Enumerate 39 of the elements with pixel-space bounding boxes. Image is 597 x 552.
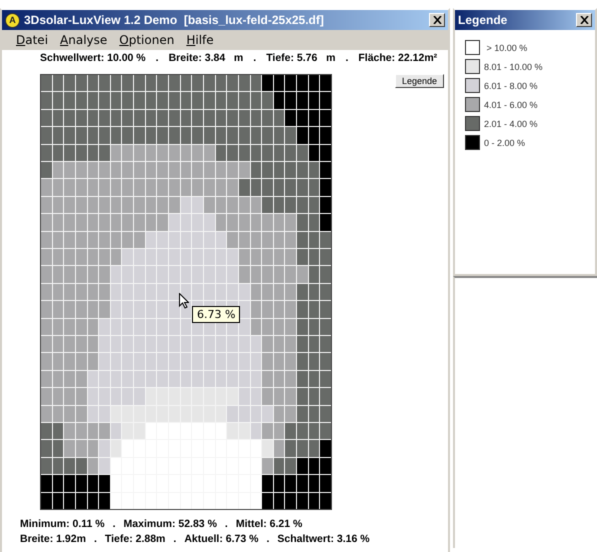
info-text: Schwellwert: 10.00 % — [40, 52, 146, 66]
window-title: 3Dsolar-LuxView 1.2 Demo [basis_lux-feld-25x25.df] — [24, 13, 325, 27]
menu-item[interactable]: Analyse — [54, 33, 114, 47]
separator-dot: . — [156, 52, 159, 66]
separator-dot: . — [112, 518, 116, 530]
stat-text: Schaltwert: 3.16 % — [277, 533, 370, 545]
close-button[interactable] — [429, 13, 445, 27]
stat-text: Aktuell: 6.73 % — [184, 533, 258, 545]
legend-label: 2.01 - 4.00 % — [484, 118, 538, 128]
separator-dot: . — [253, 52, 256, 66]
legend-label: 8.01 - 10.00 % — [484, 62, 543, 72]
legend-label: 0 - 2.00 % — [484, 138, 526, 148]
legend-button[interactable]: Legende — [395, 74, 444, 88]
info-text: Breite: 3.84 m — [168, 52, 244, 66]
separator-dot: . — [224, 518, 228, 530]
separator-dot: . — [94, 533, 97, 545]
stat-text: Minimum: 0.11 % — [20, 518, 105, 530]
tooltip: 6.73 % — [192, 306, 240, 323]
close-icon — [580, 16, 588, 24]
info-text: Tiefe: 5.76 m — [266, 52, 336, 66]
app-icon: A — [5, 12, 20, 28]
stat-text: Mittel: 6.21 % — [236, 518, 302, 530]
stat-text: Maximum: 52.83 % — [124, 518, 217, 530]
close-button[interactable] — [576, 13, 592, 27]
stat-text: Tiefe: 2.88m — [104, 533, 166, 545]
legend-label: > 10.00 % — [486, 42, 528, 52]
separator-dot: . — [266, 533, 270, 545]
separator-dot: . — [345, 52, 348, 66]
menu-item[interactable]: Hilfe — [180, 33, 220, 47]
close-icon — [432, 16, 442, 24]
stat-text: Breite: 1.92m — [20, 533, 86, 545]
legend-label: 6.01 - 8.00 % — [484, 80, 538, 90]
legend-label: 4.01 - 6.00 % — [484, 100, 538, 110]
cursor-icon — [179, 293, 189, 309]
menu-item[interactable]: Optionen — [113, 33, 180, 47]
separator-dot: . — [173, 533, 176, 545]
window-title: Legende — [458, 13, 508, 27]
menu-item[interactable]: Datei — [10, 33, 54, 47]
info-text: Fläche: 22.12m² — [358, 52, 438, 66]
